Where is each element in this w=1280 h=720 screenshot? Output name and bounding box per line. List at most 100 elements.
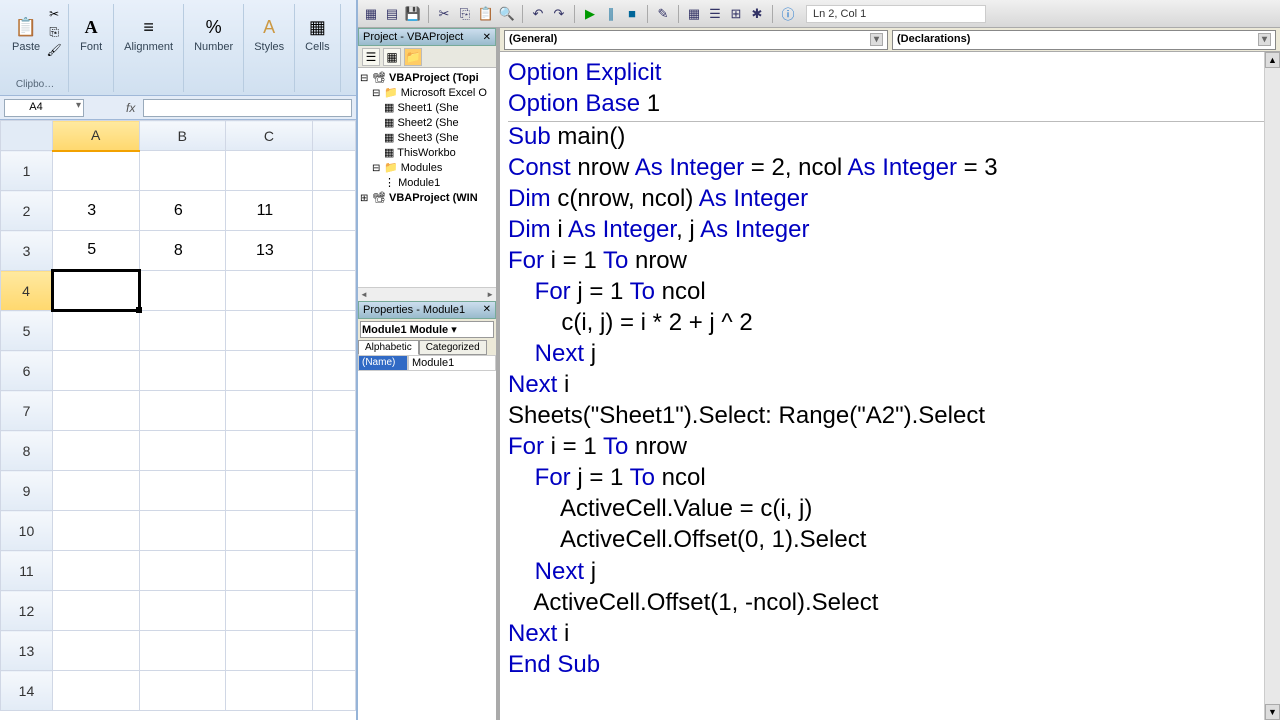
tree-thisworkbook[interactable]: ThisWorkbo xyxy=(397,147,455,159)
tab-alphabetic[interactable]: Alphabetic xyxy=(358,340,419,355)
row-header-11[interactable]: 11 xyxy=(1,551,53,591)
copy-icon[interactable]: ⎘ xyxy=(456,5,474,23)
find-icon[interactable]: 🔍 xyxy=(498,5,516,23)
cell-c2[interactable]: 11 xyxy=(226,191,313,231)
properties-pane-title-text: Properties - Module1 xyxy=(363,304,465,316)
code-vertical-scrollbar[interactable]: ▲ ▼ xyxy=(1264,52,1280,720)
worksheet-grid[interactable]: A B C 1 23611 35813 4 5 6 7 8 9 10 11 12… xyxy=(0,120,356,720)
view-code-icon[interactable]: ☰ xyxy=(362,48,380,66)
format-painter-icon[interactable]: 🖌 xyxy=(46,42,62,58)
select-all-corner[interactable] xyxy=(1,121,53,151)
project-tree[interactable]: ⊟📽 VBAProject (Topi ⊟📁 Microsoft Excel O… xyxy=(358,68,496,287)
tree-root1[interactable]: VBAProject (Topi xyxy=(389,72,479,84)
cell-a4-active[interactable] xyxy=(52,271,139,311)
col-header-b[interactable]: B xyxy=(139,121,226,151)
tree-sheet2[interactable]: Sheet2 (She xyxy=(397,117,458,129)
scroll-up-icon[interactable]: ▲ xyxy=(1265,52,1280,68)
design-mode-icon[interactable]: ✎ xyxy=(654,5,672,23)
fx-icon[interactable]: fx xyxy=(122,101,139,115)
cut-icon[interactable]: ✂ xyxy=(435,5,453,23)
run-icon[interactable]: ▶ xyxy=(581,5,599,23)
object-dropdown[interactable]: (General) xyxy=(504,30,888,50)
tree-module1[interactable]: Module1 xyxy=(398,177,440,189)
toolbox-icon[interactable]: ✱ xyxy=(748,5,766,23)
tree-sheet1[interactable]: Sheet1 (She xyxy=(397,102,458,114)
save-icon[interactable]: 💾 xyxy=(404,5,422,23)
cut-icon[interactable]: ✂ xyxy=(46,6,62,22)
properties-window-icon[interactable]: ☰ xyxy=(706,5,724,23)
row-header-4[interactable]: 4 xyxy=(1,271,53,311)
properties-grid[interactable]: (Name) Module1 xyxy=(358,355,496,720)
copy-icon[interactable]: ⎘ xyxy=(46,24,62,40)
prop-name-key: (Name) xyxy=(358,355,408,371)
row-header-13[interactable]: 13 xyxy=(1,631,53,671)
cell-b4[interactable] xyxy=(139,271,226,311)
code-text[interactable]: Option Explicit Option Base 1Sub main() … xyxy=(500,52,1280,687)
project-explorer-icon[interactable]: ▦ xyxy=(685,5,703,23)
properties-object-combo[interactable]: Module1 Module ▾ xyxy=(360,321,494,338)
cell-c1[interactable] xyxy=(226,151,313,191)
insert-module-icon[interactable]: ▤ xyxy=(383,5,401,23)
folder-toggle-icon[interactable]: 📁 xyxy=(404,48,422,66)
paste-icon[interactable]: 📋 xyxy=(477,5,495,23)
code-dropdowns: (General) (Declarations) xyxy=(500,28,1280,52)
tree-scrollbar[interactable] xyxy=(358,287,496,301)
redo-icon[interactable]: ↷ xyxy=(550,5,568,23)
cell-a3[interactable]: 5 xyxy=(52,231,139,271)
cursor-position: Ln 2, Col 1 xyxy=(806,5,986,23)
col-header-a[interactable]: A xyxy=(52,121,139,151)
tree-sheet3[interactable]: Sheet3 (She xyxy=(397,132,458,144)
tree-modules[interactable]: Modules xyxy=(401,162,443,174)
cell-c3[interactable]: 13 xyxy=(226,231,313,271)
col-header-c[interactable]: C xyxy=(226,121,313,151)
col-header-d[interactable] xyxy=(312,121,355,151)
prop-name-value[interactable]: Module1 xyxy=(408,355,496,371)
cell-c4[interactable] xyxy=(226,271,313,311)
row-header-9[interactable]: 9 xyxy=(1,471,53,511)
name-box[interactable]: A4 xyxy=(4,99,84,117)
cell-a1[interactable] xyxy=(52,151,139,191)
row-header-14[interactable]: 14 xyxy=(1,671,53,711)
object-browser-icon[interactable]: ⊞ xyxy=(727,5,745,23)
view-object-icon[interactable]: ▦ xyxy=(383,48,401,66)
cell-b3[interactable]: 8 xyxy=(139,231,226,271)
tree-root2[interactable]: VBAProject (WIN xyxy=(389,192,478,204)
help-icon[interactable]: ⓘ xyxy=(779,5,797,23)
row-header-12[interactable]: 12 xyxy=(1,591,53,631)
properties-pane-title: Properties - Module1 ✕ xyxy=(358,301,496,319)
cell-b2[interactable]: 6 xyxy=(139,191,226,231)
break-icon[interactable]: ∥ xyxy=(602,5,620,23)
alignment-button[interactable]: ≡ Alignment xyxy=(120,6,177,62)
formula-input[interactable] xyxy=(143,99,352,117)
paste-label: Paste xyxy=(12,41,40,53)
vbe-sidebar: Project - VBAProject ✕ ☰ ▦ 📁 ⊟📽 VBAProje… xyxy=(358,28,498,720)
row-header-10[interactable]: 10 xyxy=(1,511,53,551)
row-header-7[interactable]: 7 xyxy=(1,391,53,431)
row-header-3[interactable]: 3 xyxy=(1,231,53,271)
close-icon[interactable]: ✕ xyxy=(483,32,491,43)
tab-categorized[interactable]: Categorized xyxy=(419,340,487,355)
scroll-down-icon[interactable]: ▼ xyxy=(1265,704,1280,720)
row-header-2[interactable]: 2 xyxy=(1,191,53,231)
row-header-8[interactable]: 8 xyxy=(1,431,53,471)
number-label: Number xyxy=(194,41,233,53)
row-header-5[interactable]: 5 xyxy=(1,311,53,351)
vbe-toolbar: ▦ ▤ 💾 ✂ ⎘ 📋 🔍 ↶ ↷ ▶ ∥ ■ ✎ ▦ ☰ ⊞ ✱ ⓘ Ln 2… xyxy=(358,0,1280,28)
code-viewport[interactable]: Option Explicit Option Base 1Sub main() … xyxy=(500,52,1280,720)
number-button[interactable]: % Number xyxy=(190,6,237,62)
paste-button[interactable]: 📋 Paste xyxy=(8,6,44,62)
cell-b1[interactable] xyxy=(139,151,226,191)
close-icon[interactable]: ✕ xyxy=(483,304,491,315)
tree-excel-objects[interactable]: Microsoft Excel O xyxy=(401,87,487,99)
cell-a2[interactable]: 3 xyxy=(52,191,139,231)
reset-icon[interactable]: ■ xyxy=(623,5,641,23)
undo-icon[interactable]: ↶ xyxy=(529,5,547,23)
font-button[interactable]: A Font xyxy=(75,6,107,62)
row-header-6[interactable]: 6 xyxy=(1,351,53,391)
procedure-dropdown[interactable]: (Declarations) xyxy=(892,30,1276,50)
excel-icon[interactable]: ▦ xyxy=(362,5,380,23)
styles-button[interactable]: A Styles xyxy=(250,6,288,62)
row-header-1[interactable]: 1 xyxy=(1,151,53,191)
styles-group: A Styles xyxy=(244,4,295,92)
cells-button[interactable]: ▦ Cells xyxy=(301,6,333,62)
